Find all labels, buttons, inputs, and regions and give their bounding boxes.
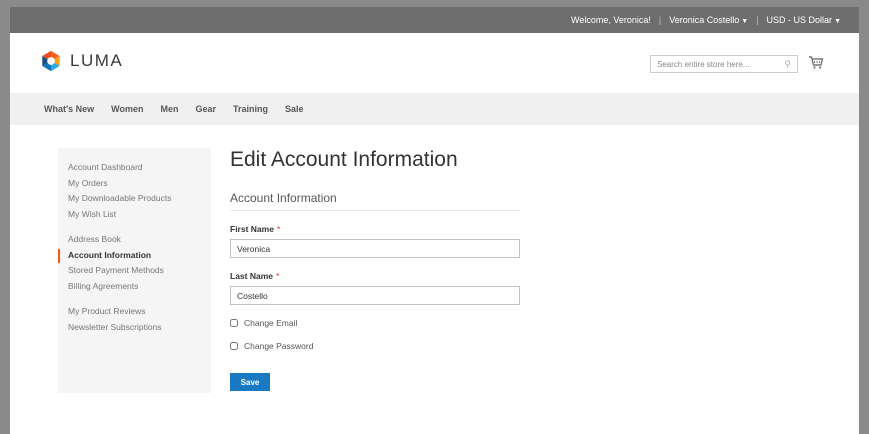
logo-link[interactable]: LUMA [40,50,123,72]
nav-item-women[interactable]: Women [111,104,143,114]
sidebar-item-account-dashboard[interactable]: Account Dashboard [58,160,211,176]
top-bar: Welcome, Veronica! | Veronica Costello ▼ … [10,7,859,33]
main-content: Edit Account Information Account Informa… [230,147,560,391]
search-box: ⚲ [650,55,798,73]
header: LUMA ⚲ [10,33,859,93]
search-input[interactable] [657,59,767,69]
separator: | [756,15,759,25]
cart-icon[interactable] [808,54,824,70]
sidebar-item-my-wish-list[interactable]: My Wish List [58,207,211,223]
page-title: Edit Account Information [230,148,458,171]
search-icon[interactable]: ⚲ [784,59,791,70]
last-name-label: Last Name * [230,271,560,281]
last-name-field[interactable] [230,286,520,305]
sidebar-item-billing-agreements[interactable]: Billing Agreements [58,279,211,295]
change-password-label: Change Password [244,341,314,351]
sidebar-item-stored-payment-methods[interactable]: Stored Payment Methods [58,263,211,279]
separator: | [658,15,662,25]
sidebar-item-newsletter-subscriptions[interactable]: Newsletter Subscriptions [58,320,211,336]
required-mark: * [276,224,281,234]
change-email-checkbox[interactable] [230,319,238,327]
customer-menu[interactable]: Veronica Costello ▼ [669,15,748,25]
nav-item-men[interactable]: Men [161,104,179,114]
sidebar-item-address-book[interactable]: Address Book [58,232,211,248]
sidebar-item-account-information: Account Information [58,248,211,264]
nav-item-sale[interactable]: Sale [285,104,304,114]
change-password-checkbox[interactable] [230,342,238,350]
change-password-option: Change Password [230,341,560,351]
first-name-label-text: First Name [230,224,274,234]
chevron-down-icon: ▼ [741,18,749,25]
currency-label: USD - US Dollar [766,15,833,25]
first-name-label: First Name * [230,224,560,234]
sidebar-divider [58,222,211,232]
first-name-field[interactable] [230,239,520,258]
required-mark: * [276,271,280,281]
last-name-label-text: Last Name [230,271,273,281]
section-title: Account Information [230,191,520,211]
nav-item-whats-new[interactable]: What's New [44,104,94,114]
main-nav: What's New Women Men Gear Training Sale [10,93,859,125]
logo-text: LUMA [70,51,124,70]
chevron-down-icon: ▼ [834,18,841,25]
change-email-option: Change Email [230,318,560,328]
browser-frame: Welcome, Veronica! | Veronica Costello ▼ … [10,7,859,434]
sidebar-divider [58,294,211,304]
change-email-label: Change Email [244,318,298,328]
account-sidebar: Account Dashboard My Orders My Downloada… [58,148,211,393]
save-button[interactable]: Save [230,373,270,391]
nav-item-training[interactable]: Training [233,104,268,114]
customer-name: Veronica Costello [669,15,740,25]
sidebar-item-my-product-reviews[interactable]: My Product Reviews [58,304,211,320]
nav-item-gear[interactable]: Gear [196,104,217,114]
sidebar-item-my-downloadable-products[interactable]: My Downloadable Products [58,191,211,207]
luma-logo-icon [42,50,60,72]
sidebar-item-my-orders[interactable]: My Orders [58,176,211,192]
currency-switcher[interactable]: USD - US Dollar ▼ [767,15,841,25]
welcome-text: Welcome, Veronica! [571,15,651,25]
